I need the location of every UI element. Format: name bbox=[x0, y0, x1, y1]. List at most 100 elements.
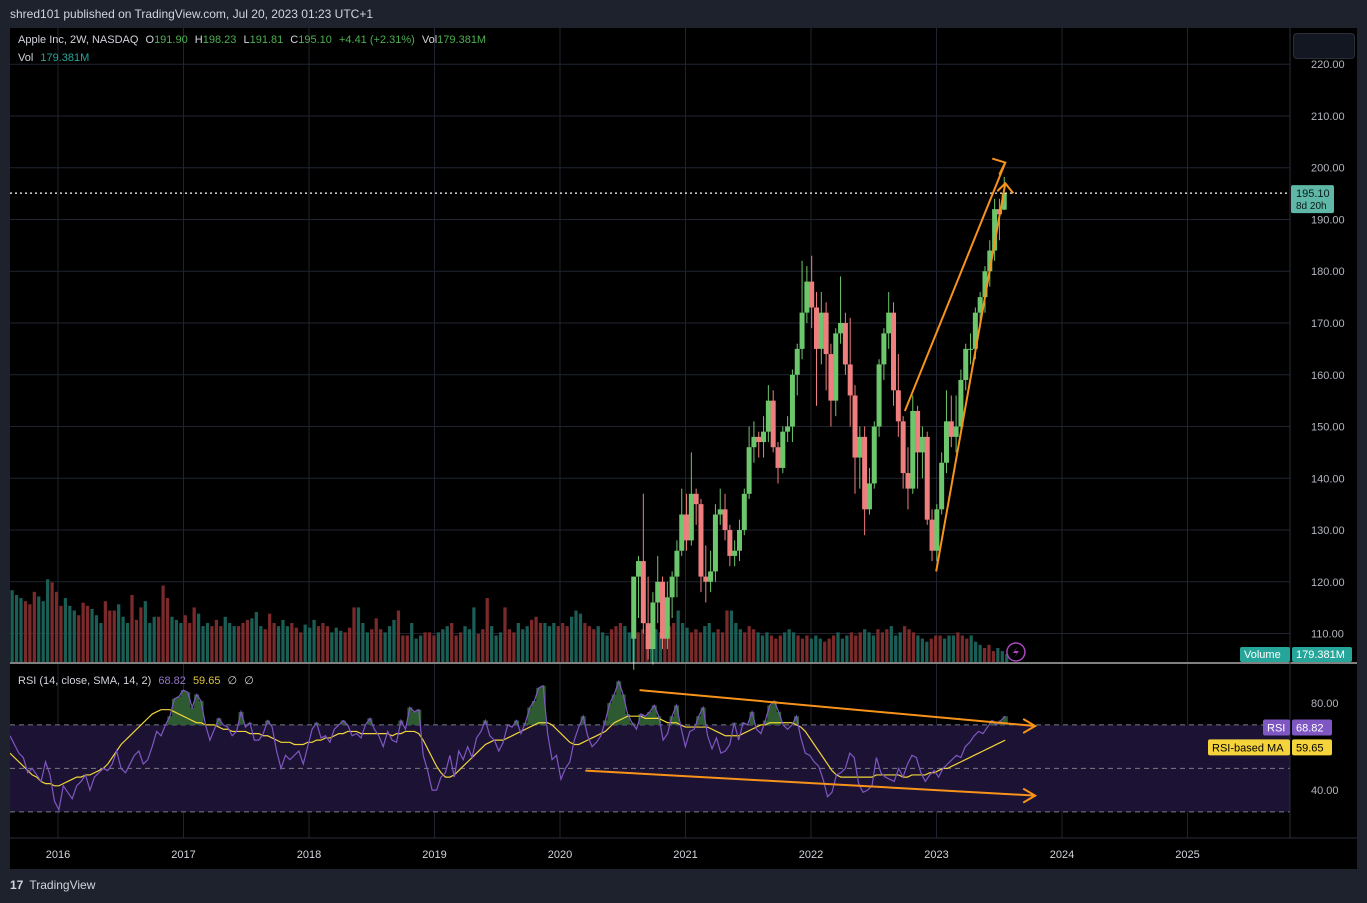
rsi-value-badge-text: 68.82 bbox=[1296, 722, 1324, 734]
volume-bar bbox=[361, 623, 365, 662]
volume-bar bbox=[325, 626, 329, 662]
volume-bar bbox=[125, 623, 130, 662]
candle-body bbox=[924, 436, 930, 520]
volume-bar bbox=[445, 626, 449, 662]
rsi-label-badge-text: RSI bbox=[1267, 722, 1285, 734]
volume-bar bbox=[379, 629, 383, 662]
volume-bar bbox=[774, 638, 778, 662]
volume-bar bbox=[245, 619, 250, 662]
year-tick-label: 2022 bbox=[799, 849, 823, 861]
rsi-label-badge: RSI bbox=[1263, 719, 1290, 736]
volume-bar bbox=[90, 608, 94, 662]
o-label: O bbox=[145, 34, 155, 46]
volume-bar bbox=[587, 626, 591, 662]
volume-value-badge: 179.381M bbox=[1292, 647, 1352, 662]
volume-bar bbox=[787, 629, 791, 662]
candle-body bbox=[852, 395, 858, 458]
volume-bar bbox=[139, 607, 143, 662]
candle-body bbox=[915, 410, 921, 453]
volume-bar bbox=[876, 629, 880, 662]
volume-bar bbox=[978, 644, 982, 662]
candle-body bbox=[866, 483, 872, 510]
rsi-legend: RSI (14, close, SMA, 14, 2) 68.82 59.65 … bbox=[18, 674, 258, 687]
candle-body bbox=[948, 421, 954, 437]
price-tick-label: 150.00 bbox=[1311, 422, 1345, 434]
candle-body bbox=[688, 493, 694, 541]
chart-area[interactable]: 110.00 120.00 130.00 140.00 150.00 160.00 170.… bbox=[9, 28, 1357, 869]
candle-body bbox=[693, 493, 699, 505]
volume-bar bbox=[276, 626, 281, 662]
volume-bar bbox=[623, 626, 627, 662]
volume-bar bbox=[241, 623, 245, 662]
volume-bar bbox=[236, 626, 241, 662]
volume-bar bbox=[321, 623, 325, 662]
volume-bar bbox=[916, 635, 920, 662]
year-tick-label: 2021 bbox=[673, 849, 697, 861]
volume-bar bbox=[592, 629, 596, 662]
volume-bar bbox=[707, 623, 711, 662]
candle-body bbox=[736, 530, 742, 551]
candle-body bbox=[712, 514, 718, 572]
price-tick-label: 210.00 bbox=[1311, 111, 1345, 123]
rsi-ma-label-badge: RSI-based MA bbox=[1208, 739, 1290, 756]
volume-bar bbox=[543, 623, 547, 662]
volume-bar bbox=[618, 623, 623, 662]
price-tick-label: 220.00 bbox=[1311, 59, 1345, 71]
year-tick-label: 2019 bbox=[422, 849, 446, 861]
candle-body bbox=[732, 550, 738, 556]
volume-bar bbox=[805, 635, 809, 662]
volume-bar bbox=[698, 632, 702, 662]
volume-bar bbox=[818, 638, 822, 662]
h-value: 198.23 bbox=[202, 34, 237, 46]
volume-bar bbox=[463, 626, 467, 662]
volume-bar bbox=[889, 626, 893, 662]
vol-value: 179.381M bbox=[437, 34, 487, 46]
volume-bar bbox=[103, 601, 107, 662]
volume-bar bbox=[334, 627, 338, 662]
candle-body bbox=[640, 561, 646, 624]
candle-body bbox=[785, 426, 791, 432]
candle-body bbox=[910, 410, 916, 489]
volume-label-badge: Volume bbox=[1240, 647, 1290, 662]
volume-bar bbox=[636, 632, 640, 662]
volume-bar bbox=[929, 638, 933, 662]
price-badge-value: 195.10 bbox=[1296, 188, 1330, 200]
volume-bar bbox=[254, 612, 258, 662]
volume-bar bbox=[196, 613, 201, 662]
chart-svg[interactable]: 110.00 120.00 130.00 140.00 150.00 160.00 170.… bbox=[9, 28, 1357, 869]
volume-bar bbox=[272, 623, 276, 662]
volume-bar bbox=[179, 623, 183, 662]
l-value: 191.81 bbox=[249, 34, 284, 46]
volume-bar bbox=[716, 629, 720, 662]
volume-bar bbox=[672, 623, 676, 662]
volume-bar bbox=[205, 623, 210, 662]
volume-bar bbox=[441, 629, 445, 662]
volume-bar bbox=[228, 623, 232, 662]
volume-bar bbox=[982, 647, 987, 662]
na-icon-1: ∅ bbox=[227, 675, 238, 687]
year-tick-label: 2020 bbox=[548, 849, 572, 861]
toolbar-box[interactable] bbox=[1293, 33, 1355, 59]
candle-body bbox=[963, 348, 969, 380]
volume-bar bbox=[863, 629, 867, 662]
volume-bar bbox=[840, 638, 845, 662]
volume-bar bbox=[880, 632, 885, 662]
volume-bar bbox=[232, 626, 236, 662]
year-tick-label: 2018 bbox=[297, 849, 321, 861]
volume-bar bbox=[352, 607, 356, 662]
volume-bar bbox=[569, 616, 574, 662]
rsi-value: 68.82 bbox=[158, 675, 186, 687]
volume-bar bbox=[170, 616, 174, 662]
volume-bar bbox=[530, 619, 534, 662]
candle-body bbox=[698, 504, 704, 577]
volume-bar bbox=[525, 626, 529, 662]
volume-bar bbox=[596, 626, 600, 662]
volume-bar bbox=[854, 635, 858, 662]
rsi-ma-label-badge-text: RSI-based MA bbox=[1212, 742, 1284, 754]
volume-bar bbox=[809, 638, 813, 662]
price-tick-label: 190.00 bbox=[1311, 214, 1345, 226]
volume-bar bbox=[778, 635, 782, 662]
candle-body bbox=[814, 307, 820, 349]
price-legend: Apple Inc, 2W, NASDAQ O191.90 H198.23 L1… bbox=[18, 34, 490, 46]
candle-body bbox=[727, 530, 733, 556]
